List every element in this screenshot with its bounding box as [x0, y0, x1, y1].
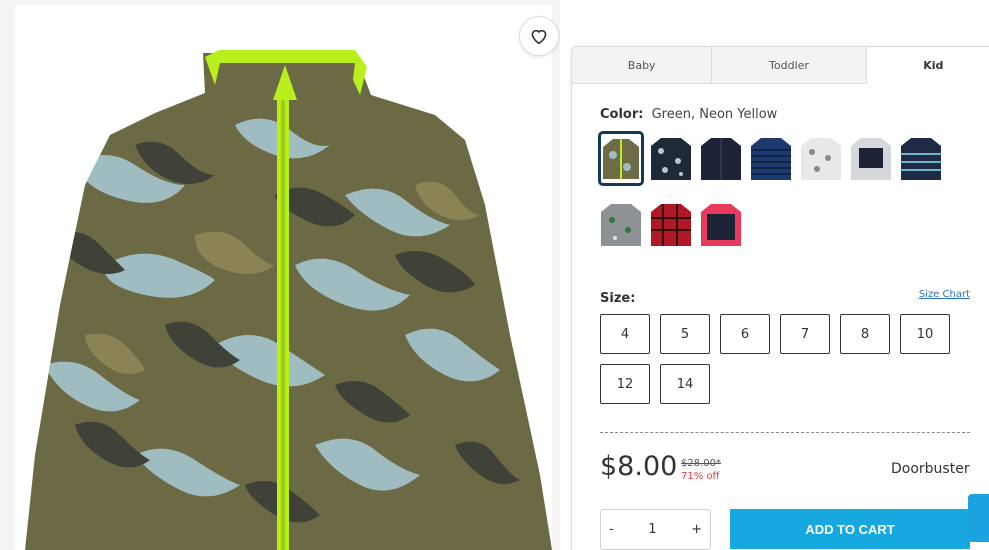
swatch-navy[interactable]	[698, 131, 744, 186]
qty-decrease-button[interactable]: -	[609, 522, 614, 537]
size-header: Size: Size Chart	[600, 287, 970, 306]
size-label: Size:	[600, 291, 636, 306]
divider	[600, 432, 970, 433]
swatch-grey-print[interactable]	[598, 197, 644, 252]
swatch-dino-print[interactable]	[648, 131, 694, 186]
swatch-fair-isle[interactable]	[898, 131, 944, 186]
tab-kid[interactable]: Kid	[866, 47, 989, 84]
size-option-7[interactable]: 7	[780, 314, 830, 354]
age-tabs: Baby Toddler Kid	[572, 47, 989, 84]
size-option-10[interactable]: 10	[900, 314, 950, 354]
product-options-panel: Baby Toddler Kid Color: Green, Neon Yell…	[571, 46, 989, 550]
favorite-button[interactable]	[519, 16, 559, 56]
size-option-6[interactable]: 6	[720, 314, 770, 354]
quantity-stepper: - 1 +	[600, 509, 711, 550]
doorbuster-label: Doorbuster	[891, 461, 970, 477]
tab-baby[interactable]: Baby	[572, 47, 713, 84]
size-option-4[interactable]: 4	[600, 314, 650, 354]
original-price: $28.00*	[681, 458, 721, 469]
color-value: Green, Neon Yellow	[651, 107, 778, 122]
tab-toddler[interactable]: Toddler	[712, 47, 867, 84]
qty-increase-button[interactable]: +	[691, 522, 702, 537]
size-chart-link[interactable]: Size Chart	[919, 289, 970, 300]
size-option-12[interactable]: 12	[600, 364, 650, 404]
chat-widget-button[interactable]	[968, 494, 989, 542]
heart-icon	[531, 29, 547, 45]
camo-jacket-image	[15, 5, 552, 550]
sale-price: $8.00	[600, 451, 678, 482]
size-option-8[interactable]: 8	[840, 314, 890, 354]
swatch-red-plaid[interactable]	[648, 197, 694, 252]
swatch-white-print[interactable]	[798, 131, 844, 186]
discount-percent: 71% off	[681, 471, 720, 482]
product-page: Baby Toddler Kid Color: Green, Neon Yell…	[0, 0, 989, 550]
size-option-5[interactable]: 5	[660, 314, 710, 354]
color-label: Color:	[600, 107, 644, 122]
add-to-cart-button[interactable]: ADD TO CART	[730, 509, 970, 549]
rating-placeholder	[738, 0, 818, 3]
swatch-blue-stripe[interactable]	[748, 131, 794, 186]
swatch-navy-pink[interactable]	[698, 197, 744, 252]
size-option-14[interactable]: 14	[660, 364, 710, 404]
swatch-navy-grey[interactable]	[848, 131, 894, 186]
swatch-green-camo[interactable]	[598, 131, 644, 186]
qty-value[interactable]: 1	[648, 522, 656, 537]
color-selection: Color: Green, Neon Yellow	[600, 107, 777, 122]
product-image[interactable]	[15, 5, 559, 550]
